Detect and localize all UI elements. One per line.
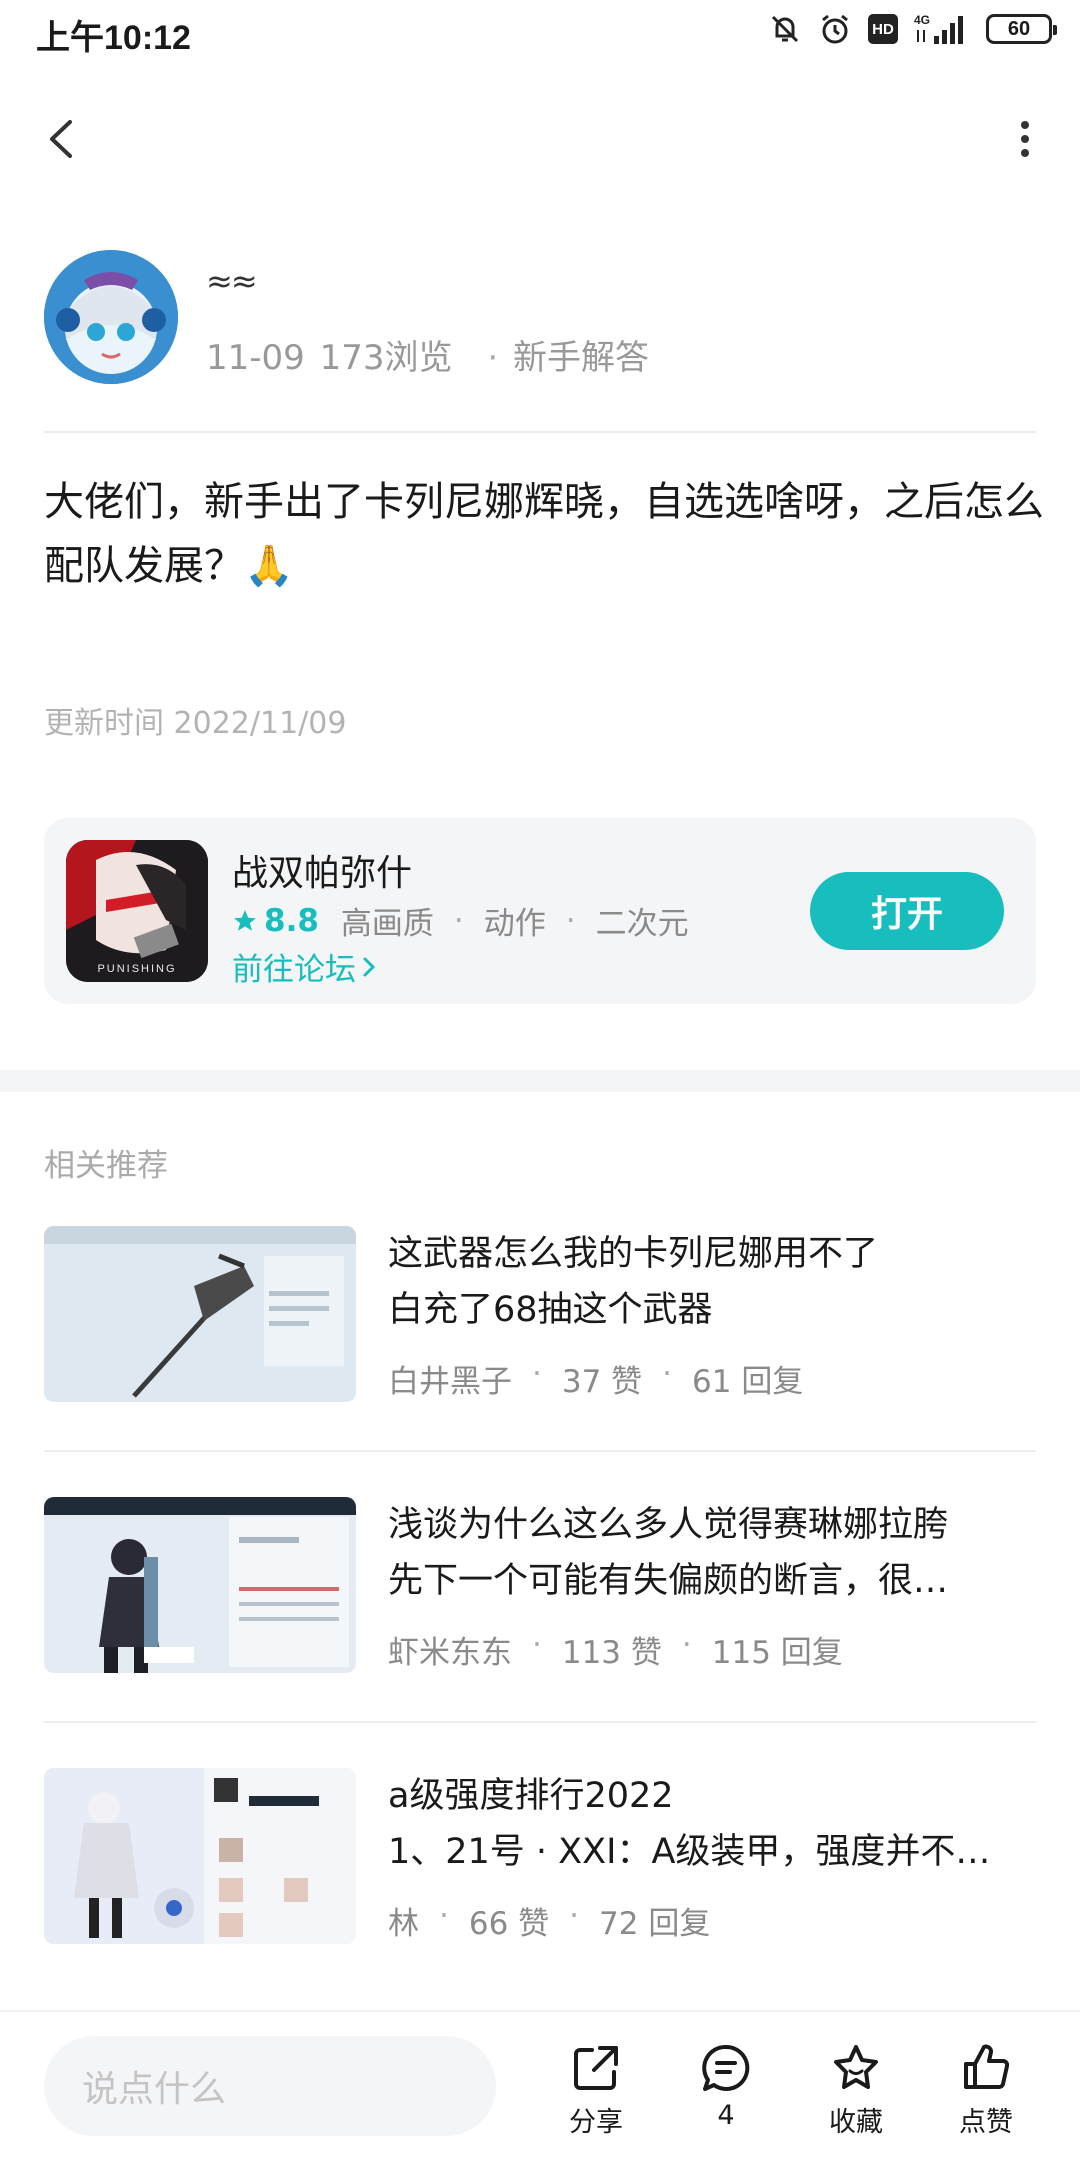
share-icon (574, 2046, 618, 2090)
game-rating: 8.8 (232, 903, 319, 939)
alarm-icon (822, 14, 848, 44)
post-category[interactable]: 新手解答 (513, 338, 649, 378)
favorite-label: 收藏 (829, 2107, 883, 2138)
divider (44, 1450, 1036, 1452)
more-vertical-icon (1021, 121, 1029, 157)
rec-likes: 66 赞 (468, 1906, 550, 1942)
status-icons: HD 4G 60 (768, 12, 1057, 46)
list-item[interactable]: 这武器怎么我的卡列尼娜用不了 白充了68抽这个武器 白井黑子 · 37 赞 · … (44, 1226, 1036, 1456)
game-icon: PUNISHING (66, 840, 208, 982)
author-row: ≈≈ 11-09 173浏览 · 新手解答 (44, 250, 1044, 390)
thumbnail (44, 1497, 356, 1673)
signal-icon: 4G (914, 13, 963, 44)
top-bar (0, 100, 1080, 180)
game-tag: 高画质 (340, 906, 434, 942)
back-button[interactable] (38, 114, 88, 164)
game-tag: 动作 (483, 906, 546, 942)
rec-meta: 白井黑子 · 37 赞 · 61 回复 (388, 1356, 803, 1401)
rec-likes: 113 赞 (561, 1635, 662, 1671)
separator-dot: · (532, 1356, 542, 1392)
forum-link[interactable]: 前往论坛 (232, 944, 382, 989)
update-time: 更新时间 2022/11/09 (44, 706, 347, 741)
separator-dot: · (662, 1356, 673, 1392)
share-button[interactable]: 分享 (546, 2042, 646, 2139)
svg-text:4G: 4G (914, 13, 930, 27)
comment-count: 4 (717, 2100, 735, 2131)
rec-replies: 72 回复 (599, 1906, 711, 1942)
author-name[interactable]: ≈≈ (206, 262, 258, 300)
list-item[interactable]: a级强度排行2022 1、21号 · XXI：A级装甲，强度并不… 林 · 66… (44, 1768, 1036, 1998)
game-tag: 二次元 (595, 906, 689, 942)
rec-author: 白井黑子 (388, 1364, 512, 1400)
more-options-button[interactable] (1010, 114, 1040, 164)
rec-summary: 白充了68抽这个武器 (388, 1290, 713, 1330)
separator-dot: · (569, 1898, 580, 1934)
hd-badge: HD (868, 14, 898, 44)
separator-dot: · (439, 1898, 449, 1934)
game-icon-text: PUNISHING (97, 963, 176, 975)
like-label: 点赞 (959, 2107, 1013, 2138)
rating-value: 8.8 (264, 902, 319, 939)
battery-indicator: 60 (986, 14, 1057, 44)
avatar[interactable] (44, 250, 178, 384)
list-item[interactable]: 浅谈为什么这么多人觉得赛琳娜拉胯 先下一个可能有失偏颇的断言，很… 虾米东东 ·… (44, 1497, 1036, 1727)
rec-meta: 林 · 66 赞 · 72 回复 (388, 1898, 710, 1943)
thumbs-up-icon (964, 2044, 1010, 2089)
rec-replies: 115 回复 (711, 1635, 843, 1671)
rec-title: 这武器怎么我的卡列尼娜用不了 (388, 1234, 879, 1274)
mute-bell-icon (771, 15, 799, 43)
game-title: 战双帕弥什 (232, 853, 413, 894)
rec-title: a级强度排行2022 (388, 1776, 674, 1816)
share-label: 分享 (569, 2107, 623, 2138)
post-meta: 11-09 173浏览 · 新手解答 (206, 330, 653, 379)
favorite-button[interactable]: 收藏 (806, 2042, 906, 2139)
divider (44, 431, 1036, 433)
status-bar: 上午10:12 HD 4G 60 (0, 0, 1080, 66)
chevron-left-icon (50, 120, 72, 158)
comment-input[interactable]: 说点什么 (44, 2036, 496, 2136)
chevron-right-icon (363, 957, 376, 976)
game-card[interactable]: PUNISHING 战双帕弥什 8.8 高画质 · 动作 · 二次元 前往论坛 … (44, 818, 1036, 1004)
related-section-title: 相关推荐 (44, 1148, 168, 1184)
open-game-button[interactable]: 打开 (810, 872, 1004, 950)
comment-icon (702, 2044, 750, 2091)
game-tags: 8.8 高画质 · 动作 · 二次元 (232, 898, 689, 943)
bottom-action-bar: 说点什么 分享 4 收藏 点赞 (0, 2010, 1080, 2162)
rec-author: 虾米东东 (388, 1635, 512, 1671)
separator-dot: · (565, 902, 576, 939)
divider (44, 1721, 1036, 1723)
rec-summary: 先下一个可能有失偏颇的断言，很… (388, 1561, 949, 1601)
rec-author: 林 (388, 1906, 419, 1942)
star-outline-icon (834, 2045, 878, 2089)
post-date: 11-09 (206, 338, 305, 378)
rec-likes: 37 赞 (561, 1364, 643, 1400)
post-views: 173浏览 (319, 338, 453, 378)
separator-dot: · (532, 1627, 542, 1663)
rec-title: 浅谈为什么这么多人觉得赛琳娜拉胯 (388, 1505, 949, 1545)
rec-meta: 虾米东东 · 113 赞 · 115 回复 (388, 1627, 843, 1672)
status-time: 上午10:12 (36, 19, 191, 57)
rec-replies: 61 回复 (692, 1364, 804, 1400)
comments-button[interactable]: 4 (676, 2042, 776, 2131)
separator-dot: · (453, 902, 464, 939)
thumbnail (44, 1226, 356, 1402)
thumbnail (44, 1768, 356, 1944)
separator-dot: · (681, 1627, 692, 1663)
separator-dot: · (487, 338, 499, 378)
section-divider (0, 1070, 1080, 1092)
like-button[interactable]: 点赞 (936, 2042, 1036, 2139)
star-icon (234, 909, 256, 931)
forum-link-label: 前往论坛 (232, 952, 356, 988)
post-content: 大佬们，新手出了卡列尼娜辉晓，自选选啥呀，之后怎么配队发展？🙏 (44, 479, 1044, 589)
rec-summary: 1、21号 · XXI：A级装甲，强度并不… (388, 1832, 991, 1872)
